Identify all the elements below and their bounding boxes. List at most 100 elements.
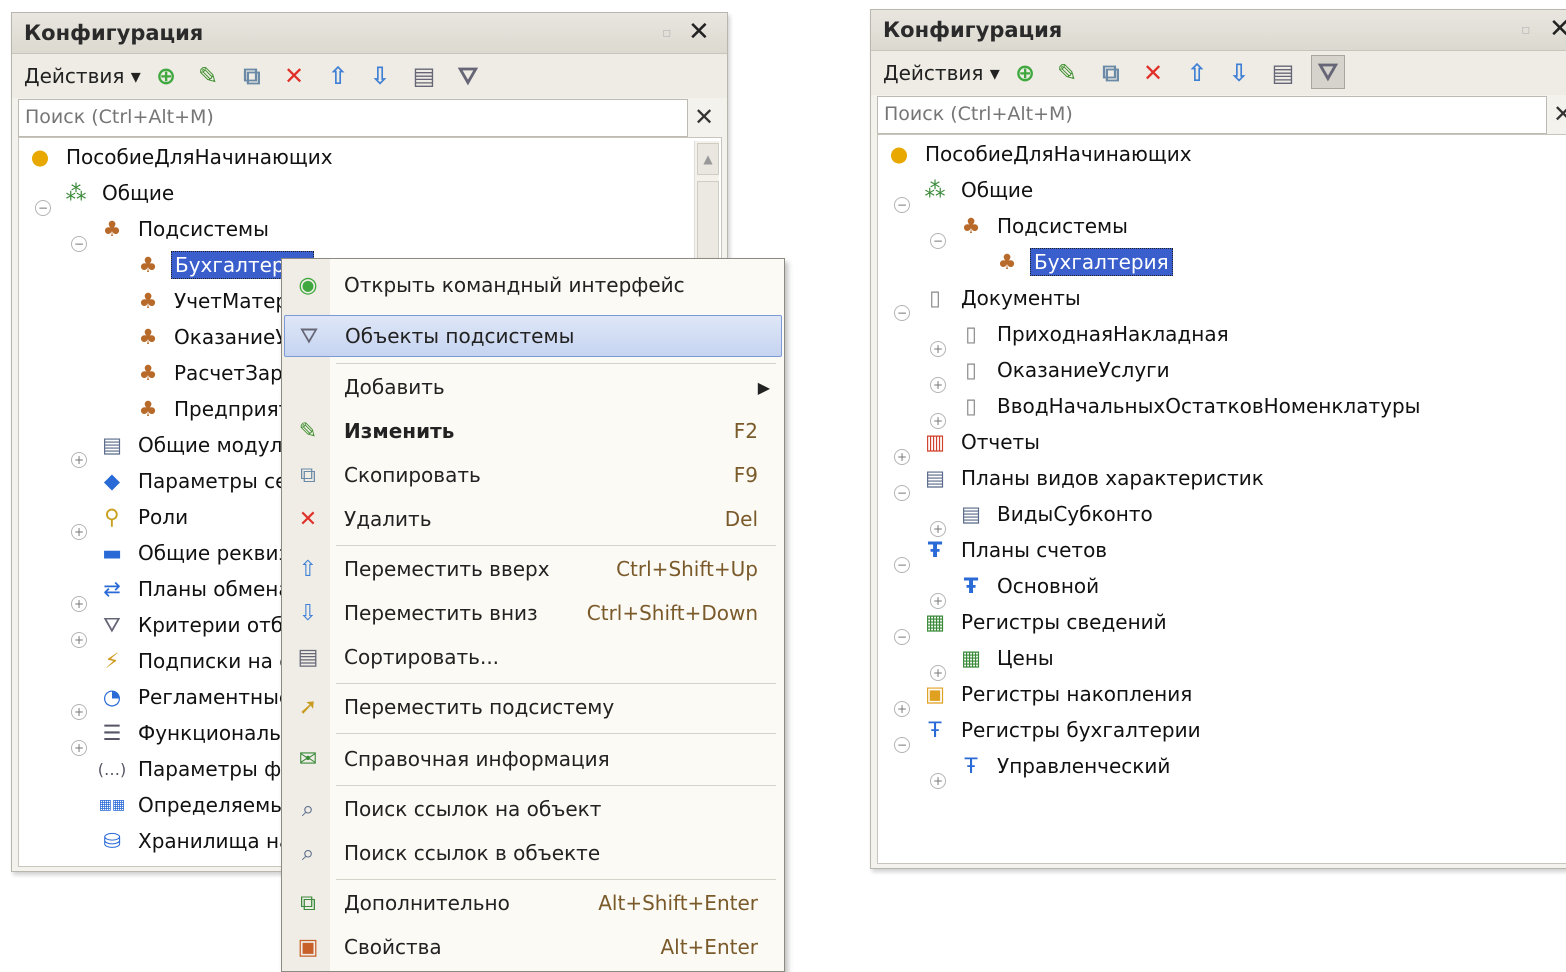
move-down-icon[interactable]: ⇩ — [364, 60, 396, 92]
collapse-toggle[interactable]: − — [894, 737, 910, 753]
tree-node[interactable]: ◔ Регламентные — [99, 680, 294, 714]
tree-node[interactable]: ● ПособиеДляНачинающих — [886, 137, 1195, 171]
tree-node[interactable]: ▬ Общие реквиз — [99, 536, 292, 570]
expand-toggle[interactable]: + — [71, 704, 87, 720]
menu-item-move-down[interactable]: ⇩ Переместить вниз Ctrl+Shift+Down — [284, 593, 782, 633]
copy-icon[interactable]: ⧉ — [236, 60, 268, 92]
tree-node[interactable]: Ŧ Основной — [958, 569, 1102, 603]
expand-toggle[interactable]: + — [894, 449, 910, 465]
tree-node[interactable]: ⛁ Хранилища на — [99, 824, 294, 858]
tree-node[interactable]: ⚲ Роли — [99, 500, 191, 534]
tree-node[interactable]: ▯ ОказаниеУслуги — [958, 353, 1173, 387]
tree-node[interactable]: ⚡ Подписки на с — [99, 644, 293, 678]
tree-node[interactable]: ▥ Отчеты — [922, 425, 1043, 459]
menu-item-move-up[interactable]: ⇧ Переместить вверх Ctrl+Shift+Up — [284, 549, 782, 589]
menu-item-open-command-interface[interactable]: ◉ Открыть командный интерфейс — [284, 265, 782, 305]
collapse-toggle[interactable]: − — [930, 233, 946, 249]
sort-icon[interactable]: ▤ — [1267, 57, 1299, 89]
tree-node[interactable]: ⛛ Критерии отбо — [99, 608, 298, 642]
actions-menu-button[interactable]: Действия ▾ — [24, 64, 141, 88]
expand-toggle[interactable]: + — [930, 377, 946, 393]
tree-node[interactable]: ▤ Общие модули — [99, 428, 298, 462]
tree-node[interactable]: ♣ РасчетЗар — [135, 356, 286, 390]
tree-node[interactable]: ▯ ВводНачальныхОстатковНоменклатуры — [958, 389, 1423, 423]
menu-item-find-refs-in[interactable]: ⌕ Поиск ссылок в объекте — [284, 833, 782, 873]
tree-node[interactable]: ♣ Бухгалтерия — [994, 245, 1173, 279]
menu-item-edit[interactable]: ✎ Изменить F2 — [284, 411, 782, 451]
close-icon[interactable]: ✕ — [688, 17, 710, 47]
clear-search-icon[interactable]: ✕ — [694, 103, 714, 131]
filter-icon[interactable]: ⛛ — [452, 60, 484, 92]
pin-icon[interactable]: ▫ — [662, 25, 672, 41]
expand-toggle[interactable]: + — [71, 452, 87, 468]
edit-icon[interactable]: ✎ — [1051, 57, 1083, 89]
menu-item-add[interactable]: Добавить ▶ — [284, 367, 782, 407]
add-icon[interactable]: ⊕ — [1009, 57, 1041, 89]
collapse-toggle[interactable]: − — [894, 557, 910, 573]
move-up-icon[interactable]: ⇧ — [322, 60, 354, 92]
menu-item-sort[interactable]: ▤ Сортировать... — [284, 637, 782, 677]
collapse-toggle[interactable]: − — [894, 305, 910, 321]
menu-item-find-refs-to[interactable]: ⌕ Поиск ссылок на объект — [284, 789, 782, 829]
tree-node[interactable]: ⇄ Планы обмена — [99, 572, 294, 606]
expand-toggle[interactable]: + — [894, 701, 910, 717]
pin-icon[interactable]: ▫ — [1521, 22, 1531, 38]
collapse-toggle[interactable]: − — [71, 236, 87, 252]
add-icon[interactable]: ⊕ — [150, 60, 182, 92]
tree-node[interactable]: ♣ УчетМатер — [135, 284, 291, 318]
delete-icon[interactable]: ✕ — [278, 60, 310, 92]
tree-node[interactable]: ⁂ Общие — [63, 176, 177, 210]
search-field[interactable] — [877, 96, 1547, 134]
menu-item-help-info[interactable]: ✉ Справочная информация — [284, 739, 782, 779]
tree-node[interactable]: ⁂ Общие — [922, 173, 1036, 207]
expand-toggle[interactable]: + — [930, 341, 946, 357]
search-field[interactable] — [18, 99, 688, 137]
tree-node[interactable]: ♣ Предприят — [135, 392, 293, 426]
tree-node[interactable]: ▣ Регистры накопления — [922, 677, 1195, 711]
tree-node[interactable]: ♣ Подсистемы — [958, 209, 1131, 243]
search-input[interactable] — [19, 100, 687, 134]
expand-toggle[interactable]: + — [71, 632, 87, 648]
actions-menu-button[interactable]: Действия ▾ — [883, 61, 1000, 85]
tree-node[interactable]: ♣ Подсистемы — [99, 212, 272, 246]
tree-node[interactable]: (…) Параметры фу — [98, 752, 296, 786]
filter-icon[interactable]: ⛛ — [1311, 55, 1345, 89]
tree-node[interactable]: ♣ ОказаниеУ — [135, 320, 291, 354]
menu-item-properties[interactable]: ▣ Свойства Alt+Enter — [284, 927, 782, 967]
expand-toggle[interactable]: + — [71, 596, 87, 612]
menu-item-delete[interactable]: ✕ Удалить Del — [284, 499, 782, 539]
sort-icon[interactable]: ▤ — [408, 60, 440, 92]
scroll-up-arrow[interactable]: ▲ — [697, 143, 719, 175]
collapse-toggle[interactable]: − — [894, 485, 910, 501]
move-up-icon[interactable]: ⇧ — [1181, 57, 1213, 89]
expand-toggle[interactable]: + — [930, 773, 946, 789]
collapse-toggle[interactable]: − — [894, 197, 910, 213]
menu-item-subsystem-objects[interactable]: ⛛ Объекты подсистемы — [284, 315, 782, 357]
tree-node[interactable]: ◆ Параметры се — [99, 464, 290, 498]
tree-node[interactable]: ▦ Цены — [958, 641, 1057, 675]
menu-item-copy[interactable]: ⧉ Скопировать F9 — [284, 455, 782, 495]
tree-node[interactable]: Ŧ Регистры бухгалтерии — [922, 713, 1204, 747]
copy-icon[interactable]: ⧉ — [1095, 57, 1127, 89]
tree-node[interactable]: ▤ Планы видов характеристик — [922, 461, 1267, 495]
collapse-toggle[interactable]: − — [894, 629, 910, 645]
expand-toggle[interactable]: + — [71, 524, 87, 540]
tree-node[interactable]: ▤ ВидыСубконто — [958, 497, 1156, 531]
tree-node[interactable]: Ŧ Планы счетов — [922, 533, 1110, 567]
menu-item-additional[interactable]: ⧉ Дополнительно Alt+Shift+Enter — [284, 883, 782, 923]
clear-search-icon[interactable]: ✕ — [1553, 100, 1566, 128]
tree-node[interactable]: ● ПособиеДляНачинающих — [27, 140, 336, 174]
tree-node[interactable]: ▯ Документы — [922, 281, 1084, 315]
close-icon[interactable]: ✕ — [1549, 14, 1566, 44]
expand-toggle[interactable]: + — [71, 740, 87, 756]
tree-node[interactable]: ▦ Регистры сведений — [922, 605, 1170, 639]
edit-icon[interactable]: ✎ — [192, 60, 224, 92]
tree-node[interactable]: Ŧ Управленческий — [958, 749, 1173, 783]
tree-node[interactable]: ☰ Функциональн — [99, 716, 297, 750]
tree-node[interactable]: ▯ ПриходнаяНакладная — [958, 317, 1232, 351]
collapse-toggle[interactable]: − — [35, 200, 51, 216]
search-input[interactable] — [878, 97, 1546, 131]
delete-icon[interactable]: ✕ — [1137, 57, 1169, 89]
move-down-icon[interactable]: ⇩ — [1223, 57, 1255, 89]
tree-node[interactable]: ▦▦ Определяемы — [99, 788, 289, 822]
